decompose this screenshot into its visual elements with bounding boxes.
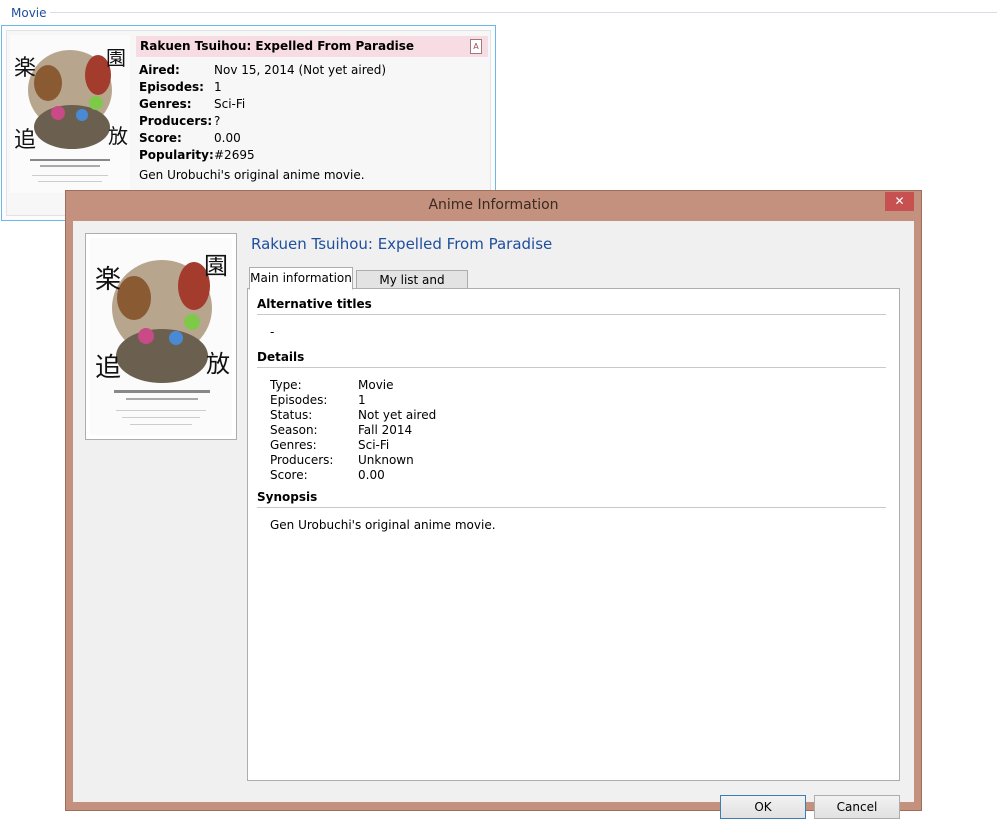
svg-text:楽: 楽	[95, 265, 121, 295]
detail-value: Fall 2014	[358, 423, 413, 437]
dialog-title[interactable]: Anime Information	[66, 197, 921, 213]
svg-text:放: 放	[206, 350, 230, 378]
tab-my-list-and-settings[interactable]: My list and settings	[356, 270, 468, 305]
card-value: Sci-Fi	[214, 97, 246, 111]
detail-value: 0.00	[358, 468, 385, 482]
alternative-titles-value: -	[270, 325, 275, 339]
svg-text:追: 追	[14, 128, 36, 153]
card-value: Nov 15, 2014 (Not yet aired)	[214, 63, 387, 77]
detail-value: 1	[358, 393, 366, 407]
detail-value: Unknown	[358, 453, 414, 467]
group-label[interactable]: Movie	[11, 6, 47, 20]
detail-value: Sci-Fi	[358, 438, 390, 452]
card-value: ?	[214, 114, 221, 128]
cancel-button[interactable]: Cancel	[814, 795, 900, 819]
close-button[interactable]: ✕	[885, 192, 914, 211]
svg-text:楽: 楽	[14, 56, 36, 81]
card-value: #2695	[214, 148, 255, 162]
detail-key: Episodes:	[270, 393, 328, 407]
card-key: Episodes:	[139, 80, 204, 94]
svg-text:放: 放	[108, 124, 128, 148]
card-title[interactable]: Rakuen Tsuihou: Expelled From Paradise	[140, 39, 414, 53]
main-information-panel: Alternative titles - Details Type: Movie…	[247, 288, 900, 781]
synopsis-text: Gen Urobuchi's original anime movie.	[270, 518, 496, 532]
svg-text:園: 園	[106, 46, 126, 70]
svg-text:追: 追	[95, 353, 121, 383]
anime-title: Rakuen Tsuihou: Expelled From Paradise	[251, 235, 553, 253]
detail-key: Score:	[270, 468, 308, 482]
card-key: Score:	[139, 131, 182, 145]
detail-key: Type:	[270, 378, 302, 392]
detail-key: Season:	[270, 423, 318, 437]
poster-artwork: 楽 追 園 放	[90, 238, 232, 435]
section-heading-synopsis: Synopsis	[257, 490, 318, 504]
card-value: 1	[214, 80, 222, 94]
detail-key: Producers:	[270, 453, 334, 467]
group-header: Movie	[0, 0, 997, 22]
anime-information-dialog: Anime Information ✕ 楽 追 園 放 Rakuen Tsuih…	[65, 190, 922, 819]
card-key: Genres:	[139, 97, 192, 111]
section-divider	[257, 507, 886, 508]
detail-value: Not yet aired	[358, 408, 437, 422]
card-key: Producers:	[139, 114, 213, 128]
detail-key: Genres:	[270, 438, 317, 452]
dialog-client-area: 楽 追 園 放 Rakuen Tsuihou: Expelled From Pa…	[73, 221, 914, 819]
section-divider	[257, 314, 886, 315]
card-poster-image: 楽 追 園 放	[10, 35, 130, 193]
close-icon: ✕	[894, 194, 905, 208]
poster-image: 楽 追 園 放	[85, 233, 237, 440]
group-divider	[50, 12, 997, 13]
tab-main-information[interactable]: Main information	[249, 267, 353, 290]
section-heading-details: Details	[257, 350, 305, 364]
card-key: Aired:	[139, 63, 180, 77]
document-icon[interactable]: A	[470, 39, 482, 54]
card-synopsis: Gen Urobuchi's original anime movie.	[139, 168, 365, 182]
card-title-bar: Rakuen Tsuihou: Expelled From Paradise A	[136, 36, 488, 57]
ok-button[interactable]: OK	[720, 795, 806, 819]
detail-value: Movie	[358, 378, 394, 392]
section-divider	[257, 367, 886, 368]
detail-key: Status:	[270, 408, 313, 422]
card-value: 0.00	[214, 131, 241, 145]
card-key: Popularity:	[139, 148, 214, 162]
section-heading-alternative-titles: Alternative titles	[257, 297, 372, 311]
svg-text:園: 園	[204, 252, 228, 280]
